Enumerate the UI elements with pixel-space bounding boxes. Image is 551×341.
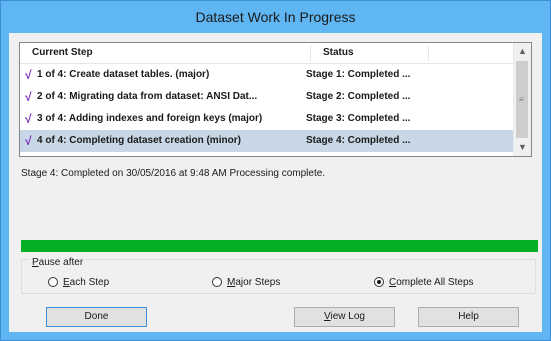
done-button[interactable]: Done (46, 307, 147, 327)
vertical-scrollbar[interactable]: ▲ ≡ ▼ (513, 43, 531, 156)
progress-bar (21, 240, 538, 252)
radio-circle[interactable] (212, 277, 222, 287)
group-label: Pause after (30, 257, 86, 268)
radio-circle-selected[interactable] (374, 277, 384, 287)
grip-icon: ≡ (519, 95, 524, 104)
checkmark-icon: √ (25, 90, 32, 104)
radio-label[interactable]: Complete All Steps (389, 276, 474, 290)
step-status: Stage 4: Completed ... (306, 135, 411, 146)
checkmark-icon: √ (25, 112, 32, 126)
column-header-current-step[interactable]: Current Step (32, 43, 292, 63)
radio-label[interactable]: Major Steps (227, 276, 280, 290)
radio-each-step[interactable]: Each Step (48, 276, 128, 290)
list-item[interactable]: √ 1 of 4: Create dataset tables. (major)… (20, 64, 514, 86)
view-log-button[interactable]: View Log (294, 307, 395, 327)
help-button[interactable]: Help (418, 307, 519, 327)
step-status: Stage 1: Completed ... (306, 69, 411, 80)
checkmark-icon: √ (25, 134, 32, 148)
scrollbar-thumb[interactable]: ≡ (516, 61, 528, 138)
radio-circle[interactable] (48, 277, 58, 287)
pause-after-group: Pause after Each Step Major Steps Comple… (21, 257, 536, 294)
radio-dot (377, 280, 381, 284)
radio-label[interactable]: Each Step (63, 276, 109, 290)
status-message: Stage 4: Completed on 30/05/2016 at 9:48… (21, 168, 326, 179)
radio-major-steps[interactable]: Major Steps (212, 276, 302, 290)
step-status: Stage 3: Completed ... (306, 113, 411, 124)
step-label: 2 of 4: Migrating data from dataset: ANS… (37, 91, 258, 102)
checkmark-icon: √ (25, 68, 32, 82)
list-item[interactable]: √ 3 of 4: Adding indexes and foreign key… (20, 108, 514, 130)
step-label: 3 of 4: Adding indexes and foreign keys … (37, 113, 263, 124)
steps-list[interactable]: Current Step Status √ 1 of 4: Create dat… (19, 42, 532, 157)
list-item[interactable]: √ 2 of 4: Migrating data from dataset: A… (20, 86, 514, 108)
column-divider[interactable] (310, 45, 311, 61)
scroll-up-icon[interactable]: ▲ (514, 43, 531, 60)
dialog-window: Dataset Work In Progress Current Step St… (0, 0, 551, 341)
radio-complete-all-steps[interactable]: Complete All Steps (374, 276, 504, 290)
column-header-status[interactable]: Status (323, 43, 423, 63)
step-label: 1 of 4: Create dataset tables. (major) (37, 69, 210, 80)
dialog-title: Dataset Work In Progress (1, 1, 550, 33)
scroll-down-icon[interactable]: ▼ (514, 139, 531, 156)
list-item-selected[interactable]: √ 4 of 4: Completing dataset creation (m… (20, 130, 514, 152)
list-header: Current Step Status (20, 43, 514, 64)
step-label: 4 of 4: Completing dataset creation (min… (37, 135, 241, 146)
dialog-client-area: Current Step Status √ 1 of 4: Create dat… (9, 33, 542, 332)
step-status: Stage 2: Completed ... (306, 91, 411, 102)
progress-bar-fill (21, 240, 538, 252)
column-divider[interactable] (428, 45, 429, 61)
